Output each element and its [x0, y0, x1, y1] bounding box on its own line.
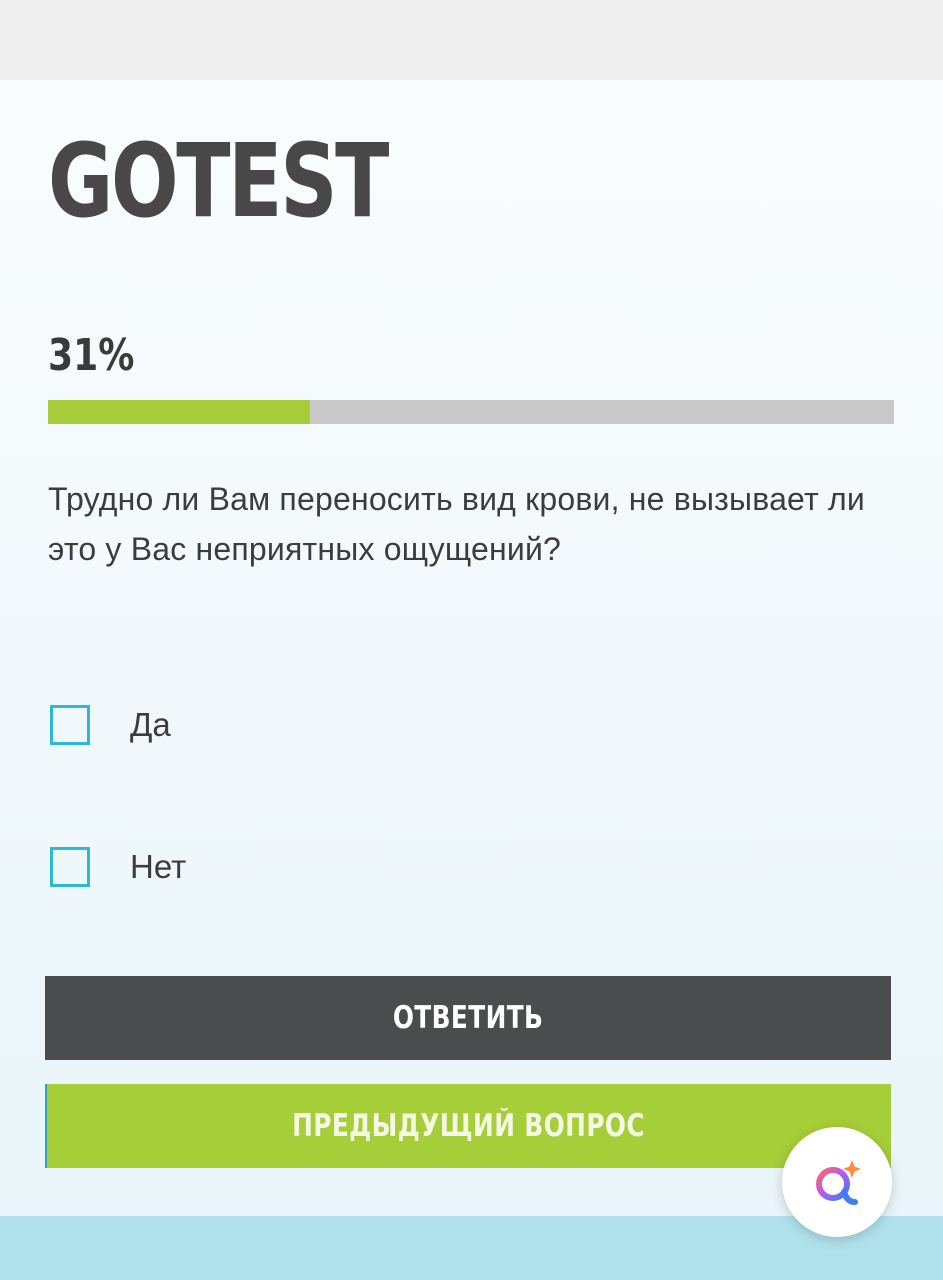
checkbox-yes[interactable]	[50, 705, 90, 745]
option-yes-label[interactable]: Да	[130, 706, 171, 744]
option-no-label[interactable]: Нет	[130, 848, 186, 886]
previous-question-button[interactable]: ПРЕДЫДУЩИЙ ВОПРОС	[45, 1084, 891, 1168]
question-text: Трудно ли Вам переносить вид крови, не в…	[48, 481, 865, 567]
option-yes[interactable]: Да	[50, 705, 171, 745]
progress-percent: 31%	[48, 330, 135, 381]
checkbox-no[interactable]	[50, 847, 90, 887]
assistant-button[interactable]	[782, 1127, 892, 1237]
site-logo[interactable]: GOTEST	[48, 122, 389, 242]
previous-question-button-label: ПРЕДЫДУЩИЙ ВОПРОС	[292, 1108, 646, 1144]
answer-button-label: ОТВЕТИТЬ	[392, 1000, 544, 1036]
progress-bar	[48, 400, 894, 424]
top-bar	[0, 0, 943, 80]
progress-bar-fill	[48, 400, 311, 424]
answer-button[interactable]: ОТВЕТИТЬ	[45, 976, 891, 1060]
footer-bar	[0, 1216, 943, 1280]
assistant-search-icon	[816, 1160, 861, 1205]
option-no[interactable]: Нет	[50, 847, 186, 887]
